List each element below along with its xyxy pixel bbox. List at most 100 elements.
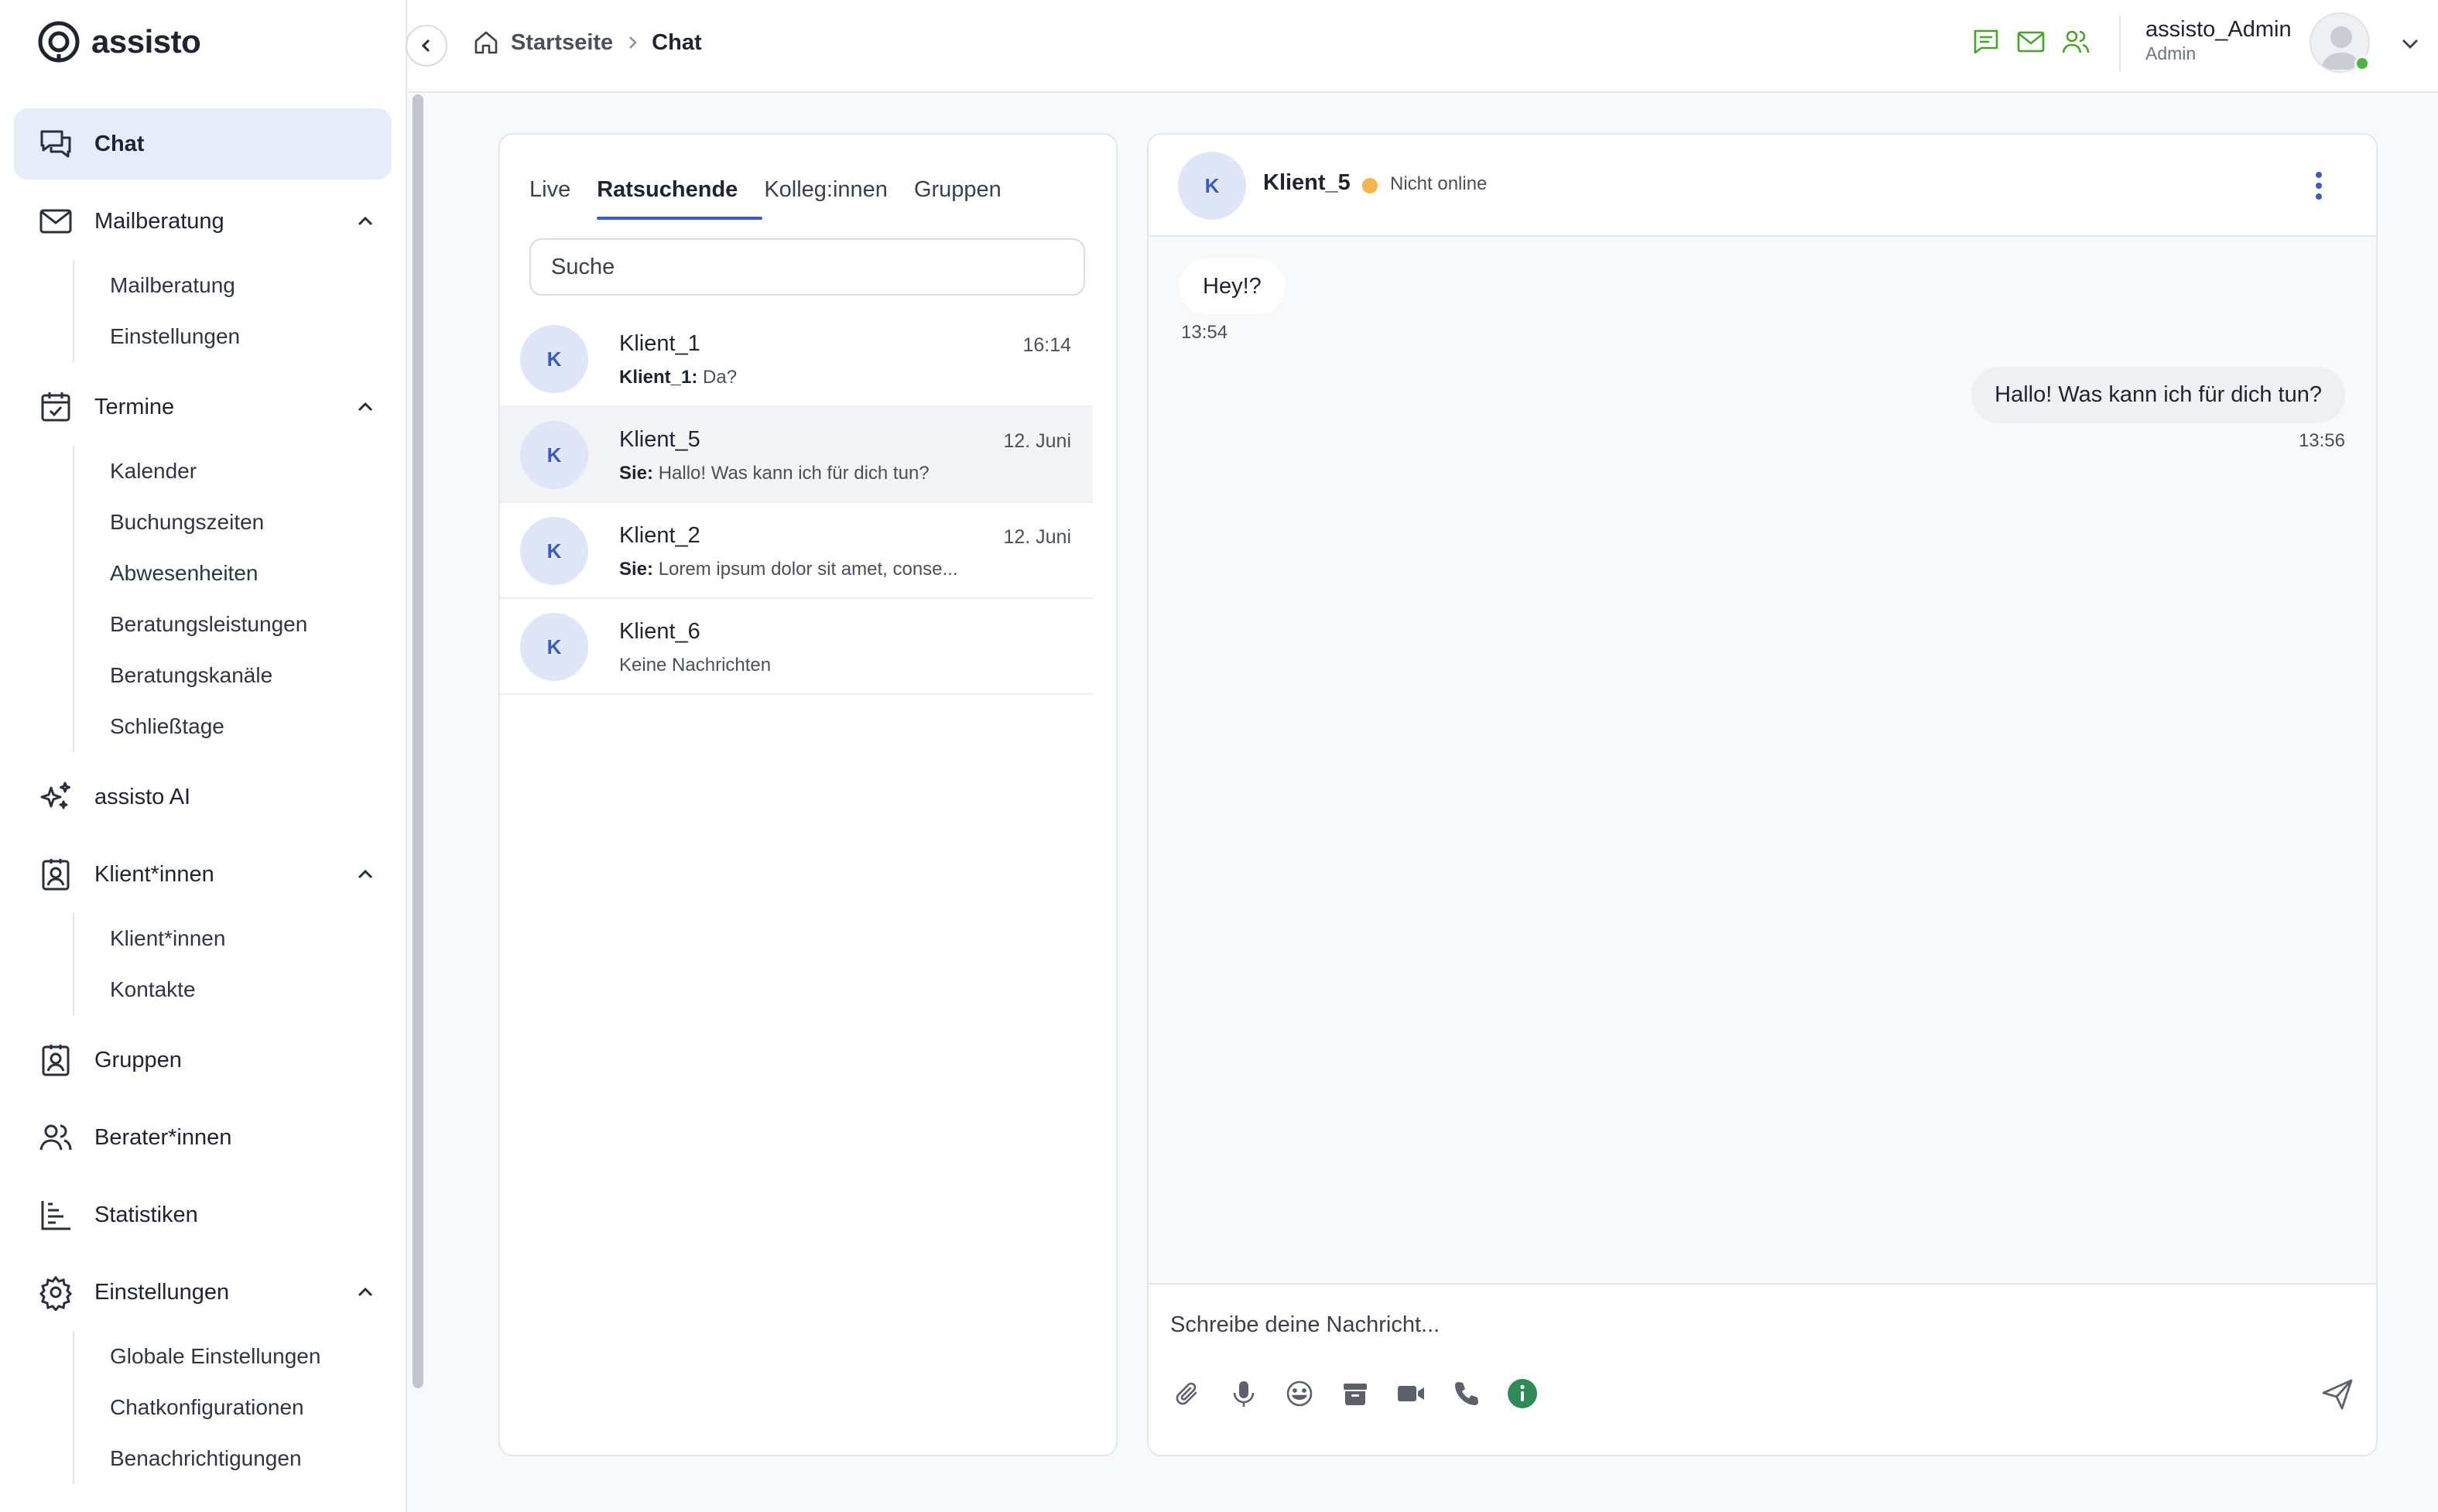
assisto-logo-icon [38, 21, 80, 63]
subitem-klientinnen[interactable]: Klient*innen [74, 913, 392, 964]
sidebar-item-label: Einstellungen [94, 1279, 230, 1305]
voice-button[interactable] [1226, 1376, 1262, 1411]
conversation-avatar: K [520, 517, 588, 585]
subitem-globale-einstellungen[interactable]: Globale Einstellungen [74, 1331, 392, 1382]
chevron-right-icon [629, 36, 637, 49]
tab-live[interactable]: Live [529, 170, 570, 217]
tab-kolleginnen[interactable]: Kolleg:innen [764, 170, 888, 217]
top-header: Startseite Chat assisto_Admin Admin [406, 0, 2438, 93]
conversation-avatar: K [520, 613, 588, 681]
phone-call-button[interactable] [1449, 1376, 1484, 1411]
sidebar-item-termine[interactable]: Termine [14, 371, 392, 443]
sidebar-item-assisto-ai[interactable]: assisto AI [14, 761, 392, 833]
conversation-name: Klient_5 [619, 427, 700, 452]
conversation-preview: Klient_1: Da? [619, 367, 737, 388]
search-input[interactable]: Suche [529, 238, 1085, 296]
video-call-button[interactable] [1393, 1376, 1429, 1411]
chat-list-tabs: Live Ratsuchende Kolleg:innen Gruppen [529, 170, 1002, 220]
chevron-left-icon [421, 39, 430, 53]
header-quick-icons [1971, 26, 2091, 57]
send-icon[interactable] [2319, 1376, 2356, 1413]
subitem-buchungszeiten[interactable]: Buchungszeiten [74, 497, 392, 548]
sidebar-nav: Chat Mailberatung Mailberatung Einstellu… [14, 108, 392, 1493]
emoji-icon [1286, 1380, 1313, 1407]
subitem-beratungskanaele[interactable]: Beratungskanäle [74, 650, 392, 701]
app-name: assisto [91, 23, 201, 60]
user-role: Admin [2145, 43, 2197, 63]
chat-icon [40, 130, 71, 158]
conversation-panel: K Klient_5 Nicht online Hey!? 13:54 Hall… [1147, 133, 2378, 1456]
subitem-kontakte[interactable]: Kontakte [74, 964, 392, 1015]
bar-chart-icon [41, 1201, 70, 1230]
subitem-schliesstage[interactable]: Schließtage [74, 701, 392, 752]
more-options-icon[interactable] [2303, 167, 2334, 204]
subitem-abwesenheiten[interactable]: Abwesenheiten [74, 548, 392, 599]
subitem-einstellungen[interactable]: Einstellungen [74, 311, 392, 362]
mail-icon [39, 209, 72, 234]
conversation-item[interactable]: K Klient_5 12. Juni Sie: Hallo! Was kann… [500, 407, 1093, 503]
preview-text: Hallo! Was kann ich für dich tun? [658, 463, 930, 484]
user-name[interactable]: assisto_Admin [2145, 17, 2292, 43]
conversation-name: Klient_2 [619, 523, 700, 548]
submenu-klientinnen: Klient*innen Kontakte [73, 913, 392, 1015]
attach-button[interactable] [1170, 1376, 1206, 1411]
chevron-up-icon[interactable] [354, 864, 376, 885]
sidebar-item-beraterinnen[interactable]: Berater*innen [14, 1102, 392, 1173]
breadcrumb: Startseite Chat [472, 23, 702, 62]
home-icon[interactable] [472, 29, 500, 56]
subitem-beratungsleistungen[interactable]: Beratungsleistungen [74, 599, 392, 650]
users-notification-icon[interactable] [2060, 26, 2091, 57]
sidebar-item-label: Termine [94, 394, 175, 419]
sidebar-collapse-button[interactable] [406, 25, 447, 67]
chevron-up-icon[interactable] [354, 396, 376, 418]
subitem-mailberatung[interactable]: Mailberatung [74, 260, 392, 311]
sidebar-item-einstellungen[interactable]: Einstellungen [14, 1257, 392, 1328]
sidebar-item-label: Statistiken [94, 1202, 198, 1227]
user-online-indicator [2354, 56, 2370, 71]
sidebar-item-klientinnen[interactable]: Klient*innen [14, 839, 392, 910]
status-text: Nicht online [1390, 173, 1488, 194]
chevron-down-icon[interactable] [2398, 31, 2423, 56]
sidebar-scrollbar[interactable] [413, 94, 423, 1388]
breadcrumb-home[interactable]: Startseite [511, 30, 613, 56]
info-button[interactable] [1505, 1376, 1540, 1411]
chat-notification-icon[interactable] [1971, 26, 2001, 57]
preview-text: Lorem ipsum dolor sit amet, conse... [658, 559, 958, 580]
mail-notification-icon[interactable] [2015, 26, 2046, 57]
group-card-icon [42, 1045, 70, 1076]
preview-text: Keine Nachrichten [619, 655, 772, 676]
breadcrumb-current: Chat [652, 29, 702, 55]
calendar-icon [41, 392, 70, 422]
sidebar-item-mailberatung[interactable]: Mailberatung [14, 186, 392, 257]
logo[interactable]: assisto [37, 19, 201, 65]
submenu-termine: Kalender Buchungszeiten Abwesenheiten Be… [73, 446, 392, 752]
conversation-preview: Sie: Lorem ipsum dolor sit amet, conse..… [619, 559, 958, 580]
subitem-chatkonfigurationen[interactable]: Chatkonfigurationen [74, 1382, 392, 1433]
contact-name: Klient_5 [1263, 170, 1351, 195]
sidebar-item-statistiken[interactable]: Statistiken [14, 1179, 392, 1250]
subitem-benachrichtigungen[interactable]: Benachrichtigungen [74, 1433, 392, 1484]
tab-ratsuchende[interactable]: Ratsuchende [597, 170, 763, 220]
sidebar: assisto Chat Mailberatung Mailberatung E… [0, 0, 407, 1512]
conversation-item[interactable]: K Klient_1 16:14 Klient_1: Da? [500, 311, 1093, 407]
message-composer[interactable]: Schreibe deine Nachricht... [1149, 1283, 2376, 1455]
chevron-up-icon[interactable] [354, 210, 376, 232]
sidebar-item-chat[interactable]: Chat [14, 108, 392, 180]
conversation-item[interactable]: K Klient_6 Keine Nachrichten [500, 599, 1093, 695]
subitem-kalender[interactable]: Kalender [74, 446, 392, 497]
archive-button[interactable] [1337, 1376, 1373, 1411]
conversation-time: 12. Juni [1003, 526, 1071, 548]
chevron-up-icon[interactable] [354, 1281, 376, 1303]
conversation-item[interactable]: K Klient_2 12. Juni Sie: Lorem ipsum dol… [500, 503, 1093, 599]
conversation-preview: Keine Nachrichten [619, 655, 771, 676]
preview-sender: Sie: [619, 463, 654, 484]
info-icon [1508, 1379, 1537, 1408]
emoji-button[interactable] [1282, 1376, 1317, 1411]
tab-gruppen[interactable]: Gruppen [914, 170, 1002, 217]
conversation-avatar: K [520, 325, 588, 393]
submenu-mailberatung: Mailberatung Einstellungen [73, 260, 392, 362]
message-input[interactable]: Schreibe deine Nachricht... [1170, 1312, 1440, 1338]
sidebar-item-gruppen[interactable]: Gruppen [14, 1025, 392, 1096]
sparkles-icon [40, 782, 70, 809]
conversation-header: K Klient_5 Nicht online [1149, 135, 2376, 237]
